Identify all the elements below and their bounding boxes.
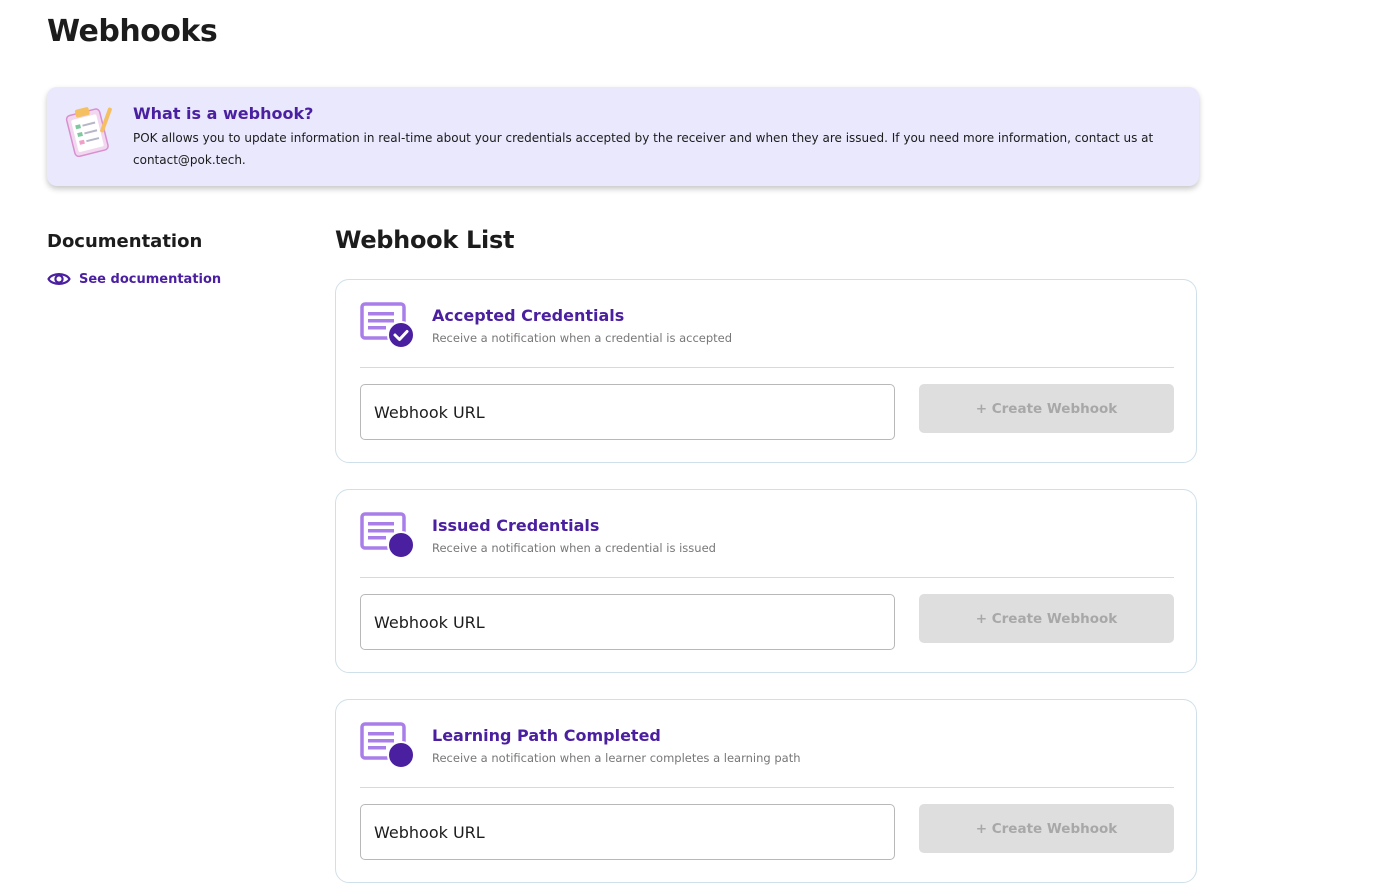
- documentation-heading: Documentation: [47, 231, 203, 252]
- webhook-card-accepted-credentials: Accepted Credentials Receive a notificat…: [335, 279, 1197, 463]
- eye-icon: [47, 273, 71, 285]
- card-divider: [360, 787, 1174, 788]
- webhook-card-learning-path-completed: Learning Path Completed Receive a notifi…: [335, 699, 1197, 883]
- card-description: Receive a notification when a credential…: [432, 331, 733, 345]
- learning-path-icon: [360, 722, 415, 769]
- webhook-url-input[interactable]: [360, 594, 895, 650]
- card-title: Issued Credentials: [432, 516, 600, 535]
- clipboard-icon: [65, 107, 112, 157]
- webhook-list-heading: Webhook List: [335, 226, 515, 254]
- card-title: Learning Path Completed: [432, 726, 661, 745]
- card-divider: [360, 577, 1174, 578]
- create-webhook-button[interactable]: + Create Webhook: [919, 804, 1174, 853]
- card-divider: [360, 367, 1174, 368]
- card-description: Receive a notification when a learner co…: [432, 751, 801, 765]
- info-banner: What is a webhook? POK allows you to upd…: [47, 87, 1199, 186]
- card-title: Accepted Credentials: [432, 306, 625, 325]
- see-documentation-label: See documentation: [79, 271, 222, 287]
- info-title: What is a webhook?: [133, 104, 314, 123]
- create-webhook-button[interactable]: + Create Webhook: [919, 594, 1174, 643]
- create-webhook-button[interactable]: + Create Webhook: [919, 384, 1174, 433]
- see-documentation-link[interactable]: See documentation: [47, 268, 221, 290]
- card-description: Receive a notification when a credential…: [432, 541, 716, 555]
- webhook-url-input[interactable]: [360, 384, 895, 440]
- credential-issued-icon: [360, 512, 415, 559]
- credential-check-icon: [360, 302, 415, 349]
- page-title: Webhooks: [47, 14, 218, 49]
- webhook-card-issued-credentials: Issued Credentials Receive a notificatio…: [335, 489, 1197, 673]
- webhook-url-input[interactable]: [360, 804, 895, 860]
- info-text: POK allows you to update information in …: [133, 131, 1154, 167]
